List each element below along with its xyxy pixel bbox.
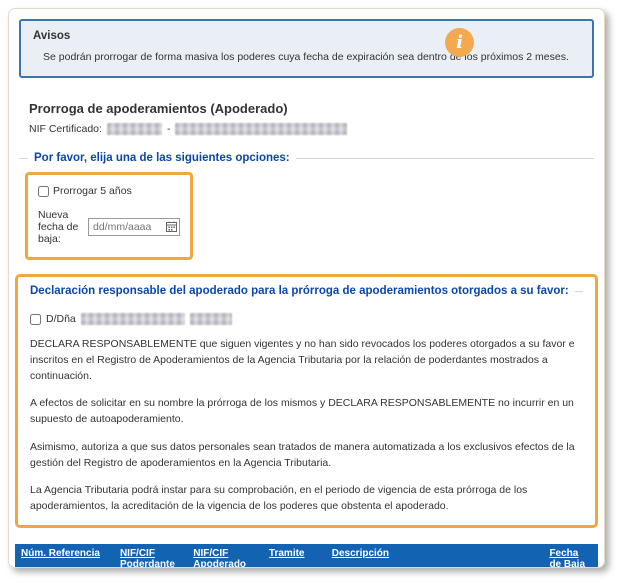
table-header-row: Núm. Referencia NIF/CIF Poderdante NIF/C… — [15, 543, 598, 567]
avisos-title: Avisos — [33, 30, 71, 42]
calendar-icon[interactable] — [166, 221, 177, 232]
main-panel: Avisos Se podrán prorrogar de forma masi… — [8, 8, 605, 568]
declaracion-box: Declaración responsable del apoderado pa… — [15, 274, 598, 528]
avisos-box: Avisos Se podrán prorrogar de forma masi… — [19, 19, 594, 78]
redacted-apoderado-name — [80, 313, 185, 325]
redacted-nif-value — [106, 123, 162, 135]
header-nif-poderdante[interactable]: NIF/CIF Poderdante — [113, 543, 189, 567]
declaracion-legend: Declaración responsable del apoderado pa… — [30, 285, 569, 297]
header-descripcion[interactable]: Descripción — [325, 543, 545, 567]
header-nif-apoderado[interactable]: NIF/CIF Apoderado — [187, 543, 264, 567]
declaracion-paragraph: DECLARA RESPONSABLEMENTE que siguen vige… — [30, 338, 575, 382]
declaracion-paragraph: A efectos de solicitar en su nombre la p… — [30, 397, 574, 425]
nif-label: NIF Certificado: — [29, 123, 102, 135]
info-icon: i — [445, 28, 474, 57]
page: Avisos Se podrán prorrogar de forma masi… — [0, 0, 621, 583]
declaracion-paragraph: Asimismo, autoriza a que sus datos perso… — [30, 440, 575, 469]
declaracion-legend-row: Declaración responsable del apoderado pa… — [30, 285, 583, 297]
options-box: Prorrogar 5 años Nueva fecha de baja: — [25, 172, 193, 260]
prorrogar-option[interactable]: Prorrogar 5 años — [38, 185, 180, 197]
redacted-apoderado-surname — [189, 313, 232, 325]
nif-separator: - — [166, 123, 171, 135]
declaracion-checkbox-label: D/Dña — [46, 313, 76, 325]
nueva-fecha-wrap — [88, 218, 180, 236]
header-num-referencia[interactable]: Núm. Referencia — [15, 543, 115, 567]
nueva-fecha-label: Nueva fecha de baja: — [38, 209, 79, 245]
prorrogar-checkbox[interactable] — [38, 185, 49, 197]
nif-certificado-line: NIF Certificado: - — [29, 123, 594, 135]
prorrogar-label: Prorrogar 5 años — [53, 185, 132, 197]
options-legend-row: Por favor, elija una de las siguientes o… — [19, 152, 594, 164]
declaracion-paragraph: La Agencia Tributaria podrá instar para … — [30, 484, 528, 512]
header-fecha-baja[interactable]: Fecha de Baja — [543, 543, 598, 567]
avisos-message: Se podrán prorrogar de forma masiva los … — [43, 51, 569, 63]
redacted-holder-name — [175, 123, 348, 135]
options-legend: Por favor, elija una de las siguientes o… — [34, 152, 290, 164]
nueva-fecha-row: Nueva fecha de baja: — [38, 209, 180, 245]
page-title: Prorroga de apoderamientos (Apoderado) — [29, 101, 288, 116]
info-icon-glyph: i — [456, 31, 463, 53]
declaracion-checkbox[interactable] — [30, 313, 41, 325]
header-tramite[interactable]: Tramite — [262, 543, 327, 567]
apoderamientos-table: Núm. Referencia NIF/CIF Poderdante NIF/C… — [15, 543, 598, 567]
declaracion-consent[interactable]: D/Dña — [30, 313, 583, 325]
